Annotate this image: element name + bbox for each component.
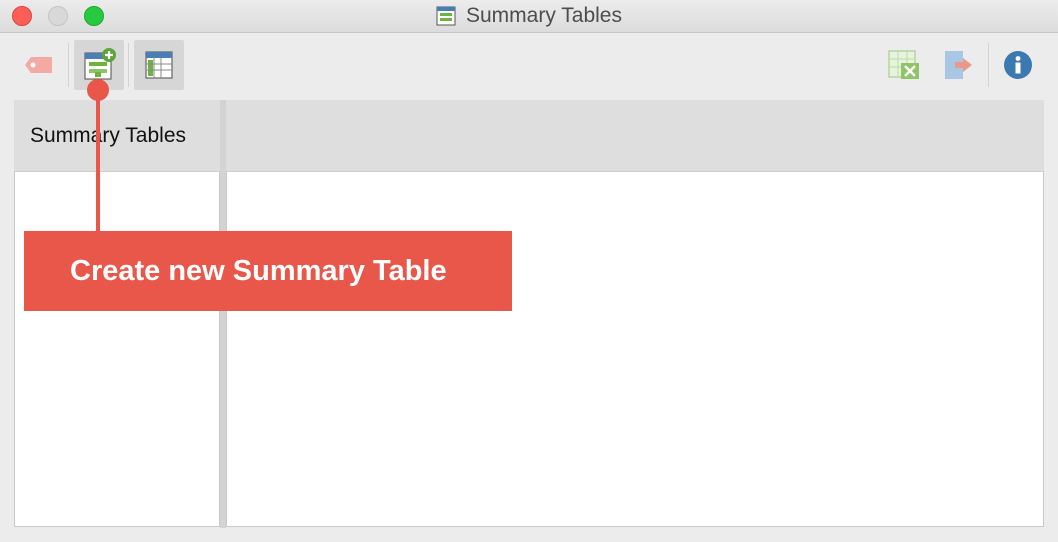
title-bar: Summary Tables (0, 0, 1058, 33)
tag-icon (25, 57, 52, 73)
window-title-group: Summary Tables (0, 0, 1058, 32)
callout-annotation: Create new Summary Table (24, 231, 512, 311)
toolbar-separator (988, 43, 989, 87)
callout-pointer-dot (87, 79, 109, 101)
info-button[interactable] (993, 40, 1043, 90)
tag-button[interactable] (14, 40, 64, 90)
export-arrow-icon (945, 51, 972, 79)
summary-table-grid-button[interactable] (134, 40, 184, 90)
new-summary-table-icon (84, 48, 116, 80)
toolbar (0, 33, 1058, 97)
info-icon (1004, 51, 1032, 79)
summary-tables-list-header: Summary Tables (14, 100, 220, 171)
export-button[interactable] (933, 40, 983, 90)
toolbar-separator (68, 43, 69, 87)
summary-tables-window: Summary Tables Summary Tables Create new… (0, 0, 1058, 542)
summary-tables-list[interactable] (14, 171, 220, 527)
summary-table-icon (436, 6, 456, 26)
excel-export-icon (888, 50, 919, 79)
summary-table-content-area[interactable] (226, 171, 1044, 527)
callout-pointer-line (96, 92, 100, 234)
summary-tables-header-label: Summary Tables (30, 123, 187, 147)
window-title: Summary Tables (465, 4, 622, 27)
toolbar-separator (128, 43, 129, 87)
callout-text: Create new Summary Table (70, 254, 447, 287)
summary-table-grid-icon (145, 51, 173, 79)
excel-export-button[interactable] (879, 40, 929, 90)
summary-table-content-header (226, 100, 1044, 171)
